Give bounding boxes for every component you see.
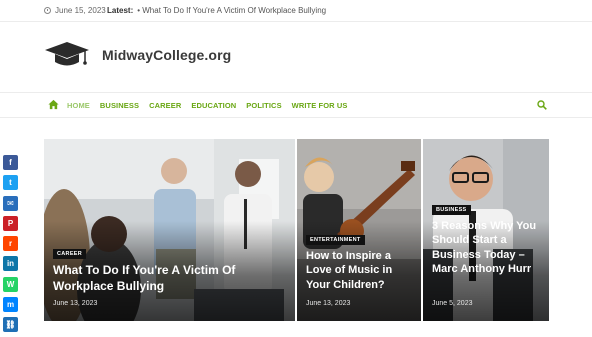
post-date: June 13, 2023 — [306, 300, 351, 307]
nav-menu: HOME BUSINESS CAREER EDUCATION POLITICS … — [67, 101, 357, 110]
featured-post-card[interactable]: CAREER What To Do If You're A Victim Of … — [44, 139, 295, 321]
whatsapp-icon[interactable]: W — [3, 276, 18, 292]
nav-item-write-for-us[interactable]: WRITE FOR US — [292, 101, 348, 110]
clock-icon — [44, 7, 51, 14]
post-date: June 5, 2023 — [432, 300, 473, 307]
post-title[interactable]: How to Inspire a Love of Music in Your C… — [306, 249, 416, 292]
latest-label: Latest: — [107, 6, 134, 15]
latest-headline-link[interactable]: • What To Do If You're A Victim Of Workp… — [137, 6, 326, 15]
nav-item-politics[interactable]: POLITICS — [246, 101, 281, 110]
category-badge[interactable]: CAREER — [53, 249, 87, 259]
post-date: June 13, 2023 — [53, 300, 98, 307]
category-badge[interactable]: BUSINESS — [432, 205, 471, 215]
search-icon[interactable] — [537, 100, 547, 110]
social-share-bar: f t ✉ P r in W m ⛓ — [3, 155, 19, 337]
main-navigation: HOME BUSINESS CAREER EDUCATION POLITICS … — [0, 92, 592, 118]
facebook-icon[interactable]: f — [3, 155, 18, 170]
featured-post-card[interactable]: BUSINESS 3 Reasons Why You Should Start … — [423, 139, 549, 321]
post-title[interactable]: 3 Reasons Why You Should Start a Busines… — [432, 219, 546, 276]
image-overlay — [297, 139, 421, 321]
copy-link-icon[interactable]: ⛓ — [3, 317, 18, 333]
email-icon[interactable]: ✉ — [3, 195, 18, 211]
nav-item-career[interactable]: CAREER — [149, 101, 181, 110]
nav-item-business[interactable]: BUSINESS — [100, 101, 139, 110]
top-bar: June 15, 2023 Latest: • What To Do If You… — [0, 0, 592, 22]
twitter-icon[interactable]: t — [3, 175, 18, 191]
post-title[interactable]: What To Do If You're A Victim Of Workpla… — [53, 263, 285, 294]
current-date: June 15, 2023 — [44, 6, 106, 15]
featured-post-card[interactable]: ENTERTAINMENT How to Inspire a Love of M… — [297, 139, 421, 321]
site-name[interactable]: MidwayCollege.org — [102, 47, 231, 63]
site-logo[interactable]: MidwayCollege.org — [44, 40, 231, 70]
linkedin-icon[interactable]: in — [3, 256, 18, 272]
latest-ticker[interactable]: Latest: • What To Do If You're A Victim O… — [107, 6, 326, 15]
messenger-icon[interactable]: m — [3, 297, 18, 313]
reddit-icon[interactable]: r — [3, 236, 18, 252]
category-badge[interactable]: ENTERTAINMENT — [306, 235, 365, 245]
nav-item-home[interactable]: HOME — [67, 101, 90, 110]
pinterest-icon[interactable]: P — [3, 215, 18, 231]
home-icon[interactable] — [48, 99, 59, 110]
current-date-text: June 15, 2023 — [55, 6, 106, 15]
graduation-cap-icon — [45, 42, 89, 66]
nav-item-education[interactable]: EDUCATION — [191, 101, 236, 110]
